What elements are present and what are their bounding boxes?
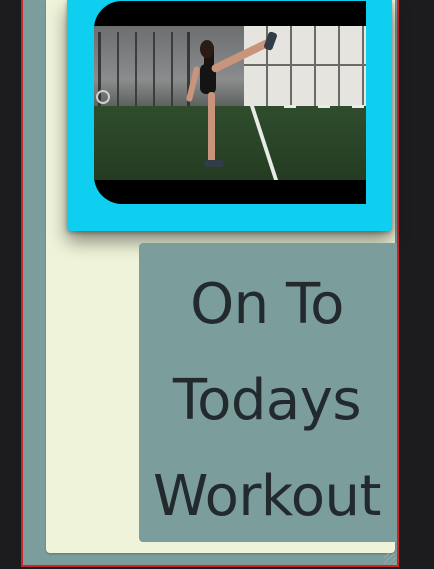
weight-plate [96, 90, 110, 104]
turf-floor [94, 106, 366, 180]
page: On To Todays Workout [0, 0, 434, 569]
title-heading: On To Todays Workout [139, 243, 397, 542]
athlete-leg [208, 92, 215, 164]
video-frame [94, 26, 366, 180]
title-line-3: Workout [152, 464, 382, 529]
workout-video[interactable] [94, 1, 366, 204]
title-card: On To Todays Workout [139, 243, 397, 542]
resize-grip-icon[interactable] [384, 553, 396, 565]
athlete-shoe [204, 160, 224, 167]
gym-rack [98, 32, 190, 108]
title-line-2: Todays [172, 368, 362, 433]
gym-wall-panels [244, 26, 366, 106]
athlete-head [200, 40, 214, 58]
turf-line [284, 105, 366, 108]
title-line-1: On To [190, 272, 344, 337]
